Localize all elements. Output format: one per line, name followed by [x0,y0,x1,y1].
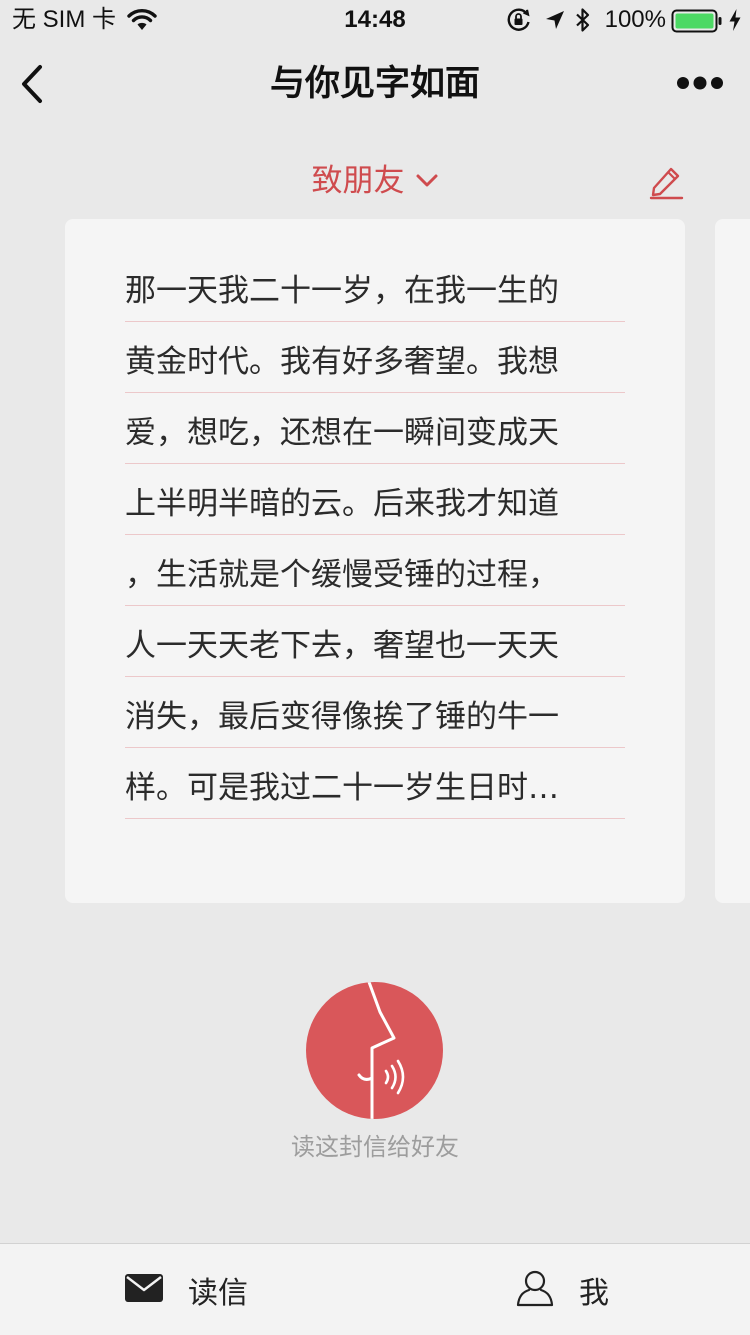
next-letter-card[interactable] [715,219,750,903]
tab-read-label: 读信 [188,1275,248,1311]
letter-line: 那一天我二十一岁，在我一生的 [125,251,625,322]
person-icon [515,1269,555,1311]
page-title: 与你见字如面 [269,64,480,104]
location-icon [544,9,566,35]
letter-line: 上半明半暗的云。后来我才知道 [125,464,625,535]
read-aloud-button[interactable] [306,982,443,1119]
battery-icon [671,9,723,37]
navigation-bar: 与你见字如面 [0,40,750,128]
letter-card[interactable]: 那一天我二十一岁，在我一生的 黄金时代。我有好多奢望。我想 爱，想吃，还想在一瞬… [65,219,685,903]
letter-line: 样。可是我过二十一岁生日时… [125,748,625,819]
envelope-icon [124,1273,164,1307]
tab-read-letters[interactable]: 读信 [124,1244,248,1335]
recipient-label: 致朋友 [311,163,405,199]
letter-text: 那一天我二十一岁，在我一生的 黄金时代。我有好多奢望。我想 爱，想吃，还想在一瞬… [125,251,625,819]
tab-me[interactable]: 我 [515,1244,609,1335]
tab-me-label: 我 [579,1275,609,1311]
pencil-icon[interactable] [648,164,684,204]
battery-percent: 100% [604,6,666,33]
status-bar: 无 SIM 卡 14:48 100% [0,0,750,40]
chevron-down-icon [415,173,439,193]
recipient-dropdown[interactable]: 致朋友 [312,158,439,204]
orientation-lock-icon [506,8,532,36]
tab-bar: 读信 我 [0,1243,750,1335]
recipient-selector: 致朋友 [0,158,750,204]
more-icon[interactable] [676,74,724,96]
read-aloud-caption: 读这封信给好友 [291,1133,459,1161]
letter-line: ，生活就是个缓慢受锤的过程， [125,535,625,606]
letter-line: 人一天天老下去，奢望也一天天 [125,606,625,677]
speaking-face-icon [357,982,405,1119]
charging-icon [728,8,742,36]
letter-line: 黄金时代。我有好多奢望。我想 [125,322,625,393]
letter-line: 消失，最后变得像挨了锤的牛一 [125,677,625,748]
letter-line: 爱，想吃，还想在一瞬间变成天 [125,393,625,464]
bluetooth-icon [574,7,592,37]
